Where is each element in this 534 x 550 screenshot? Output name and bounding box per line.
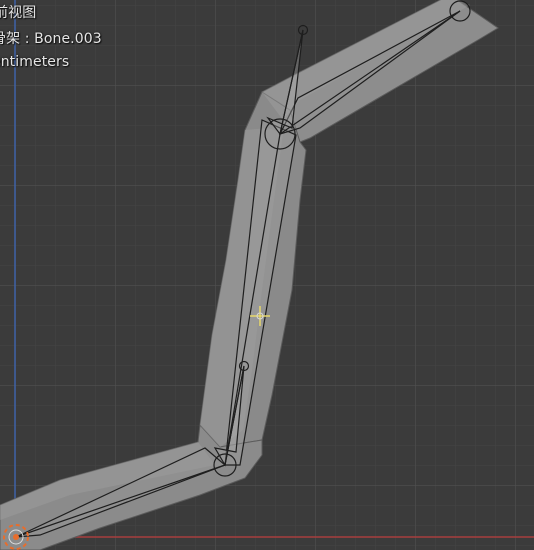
origin-dot xyxy=(13,534,19,540)
active-object-label: 骨架 : Bone.003 xyxy=(0,31,102,47)
3d-viewport[interactable]: 前视图 骨架 : Bone.003 entimeters xyxy=(0,0,534,550)
unit-label: entimeters xyxy=(0,54,70,70)
view-name-label: 前视图 xyxy=(0,5,37,21)
viewport-canvas[interactable] xyxy=(0,0,534,550)
